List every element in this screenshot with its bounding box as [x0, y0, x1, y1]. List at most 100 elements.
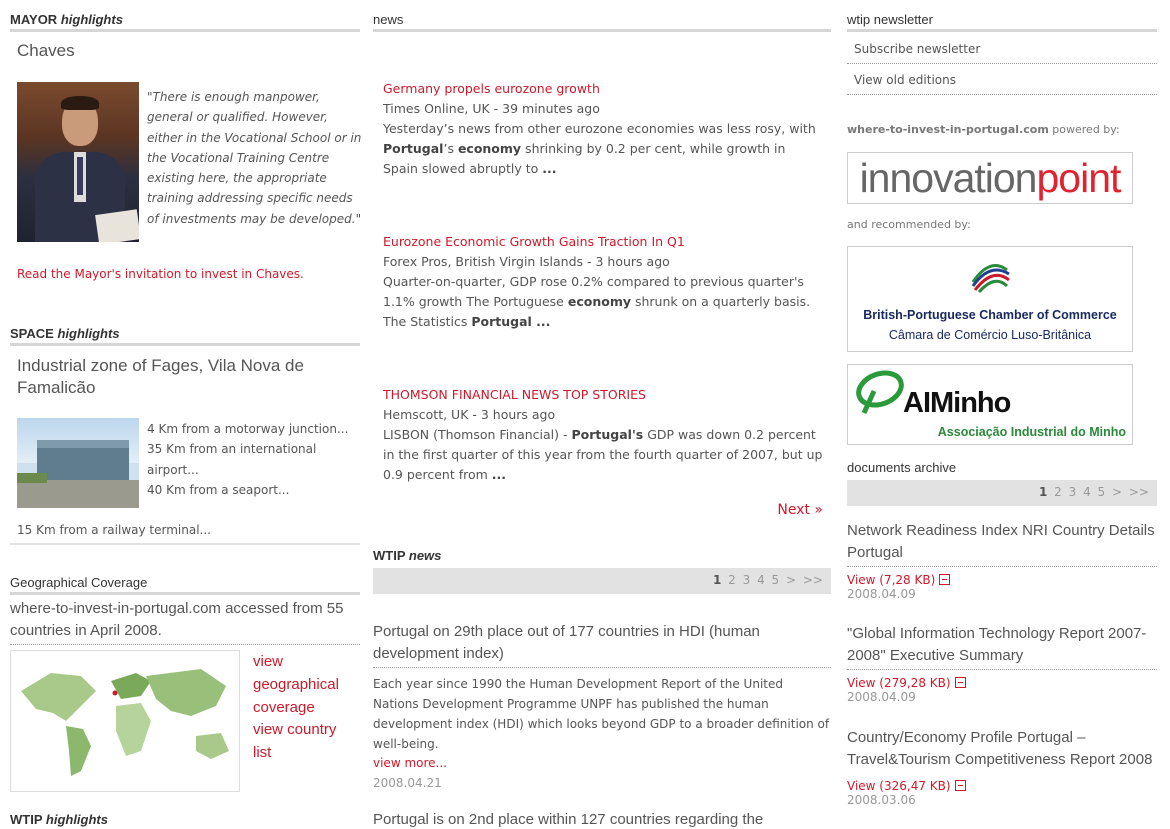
space-title-a: SPACE — [10, 326, 54, 341]
wtip-news-title-a: WTIP — [373, 548, 406, 563]
document-item: Country/Economy Profile Portugal – Trave… — [847, 727, 1157, 807]
news-item-snippet: LISBON (Thomson Financial) - Portugal's … — [383, 427, 823, 482]
logo-innovation-text: innovation — [859, 155, 1038, 201]
globe-icon — [970, 256, 1010, 296]
bpcc-name: British-Portuguese Chamber of Commerce — [863, 308, 1117, 322]
document-title[interactable]: Network Readiness Index NRI Country Deta… — [847, 520, 1157, 567]
powered-site: where-to-invest-in-portugal.com — [847, 123, 1049, 136]
aiminho-subtitle: Associação Industrial do Minho — [937, 425, 1126, 439]
document-date: 2008.04.09 — [847, 690, 916, 704]
mayor-title-a: MAYOR — [10, 12, 58, 27]
space-zone: Industrial zone of Fages, Vila Nova de F… — [17, 356, 304, 397]
wtip-news-pager: 1 2 3 4 5 > >> — [373, 568, 831, 594]
news-item-title[interactable]: Eurozone Economic Growth Gains Traction … — [383, 234, 685, 249]
space-section-title: SPACE highlights — [10, 326, 360, 346]
wtip-news-item-date: 2008.04.21 — [373, 776, 442, 790]
pager-next[interactable]: > — [786, 573, 796, 587]
wtip-highlights-title-b: highlights — [45, 812, 108, 827]
external-link-icon[interactable] — [939, 574, 951, 585]
pager-page[interactable]: 2 — [1054, 485, 1062, 499]
news-item-source: Times Online, UK - 39 minutes ago — [383, 101, 600, 116]
industrial-photo — [17, 418, 139, 508]
document-title[interactable]: "Global Information Technology Report 20… — [847, 623, 1157, 670]
mayor-invitation-link[interactable]: Read the Mayor's invitation to invest in… — [17, 264, 317, 284]
wtip-highlights-title: WTIP highlights — [10, 812, 360, 829]
subscribe-newsletter-link[interactable]: Subscribe newsletter — [847, 39, 1157, 64]
external-link-icon[interactable] — [954, 677, 966, 688]
documents-section-title: documents archive — [847, 460, 957, 475]
world-map-icon — [21, 669, 229, 776]
space-facts: 4 Km from a motorway junction... 35 Km fr… — [147, 419, 357, 500]
pager-page[interactable]: 5 — [772, 573, 780, 587]
newsletter-section-title: wtip newsletter — [847, 12, 1157, 32]
news-item: Eurozone Economic Growth Gains Traction … — [383, 232, 823, 332]
space-fact: 4 Km from a motorway junction... — [147, 422, 349, 436]
view-geographical-coverage-link[interactable]: view geographical coverage — [253, 650, 358, 719]
news-item-source: Hemscott, UK - 3 hours ago — [383, 407, 556, 422]
view-country-list-link[interactable]: view country list — [253, 718, 358, 764]
divider — [10, 543, 360, 545]
bpcc-logo[interactable]: British-Portuguese Chamber of Commerce C… — [847, 246, 1133, 352]
space-title-b: highlights — [57, 326, 120, 341]
view-more-link[interactable]: view more... — [373, 756, 447, 770]
pager-current[interactable]: 1 — [713, 573, 721, 587]
news-item-title[interactable]: THOMSON FINANCIAL NEWS TOP STORIES — [383, 387, 646, 402]
pager-page[interactable]: 4 — [1083, 485, 1091, 499]
mayor-title-b: highlights — [60, 12, 123, 27]
recommended-text: and recommended by: — [847, 218, 971, 231]
documents-pager: 1 2 3 4 5 > >> — [847, 480, 1157, 506]
document-view-label[interactable]: View (7,28 KB) — [847, 573, 935, 587]
news-next-link[interactable]: Next » — [777, 502, 823, 518]
pager-page[interactable]: 3 — [743, 573, 751, 587]
powered-by-text: where-to-invest-in-portugal.com powered … — [847, 123, 1120, 136]
news-item-title[interactable]: Germany propels eurozone growth — [383, 81, 600, 96]
document-view-label[interactable]: View (279,28 KB) — [847, 676, 951, 690]
wtip-highlights-title-a: WTIP — [10, 812, 43, 827]
space-fact-last: 15 Km from a railway terminal... — [17, 523, 211, 537]
pager-page[interactable]: 2 — [728, 573, 736, 587]
space-fact: 35 Km from an international airport... — [147, 442, 317, 477]
pager-current[interactable]: 1 — [1039, 485, 1047, 499]
geo-section-title: Geographical Coverage — [10, 575, 360, 595]
pager-last[interactable]: >> — [803, 573, 823, 587]
mayor-quote: "There is enough manpower, general or qu… — [17, 87, 363, 249]
aiminho-logo[interactable]: AIMinho Associação Industrial do Minho — [847, 364, 1133, 445]
aiminho-name: AIMinho — [903, 387, 1011, 419]
bpcc-name-pt: Câmara de Comércio Luso-Britânica — [888, 328, 1092, 342]
world-map[interactable] — [10, 650, 240, 792]
mayor-section-title: MAYOR highlights — [10, 12, 360, 32]
news-item: THOMSON FINANCIAL NEWS TOP STORIES Hemsc… — [383, 385, 823, 485]
document-view[interactable]: View (279,28 KB) — [847, 676, 1157, 690]
wtip-news-title-b: news — [408, 548, 442, 563]
document-view-label[interactable]: View (326,47 KB) — [847, 779, 951, 793]
mayor-city: Chaves — [17, 41, 75, 60]
document-title[interactable]: Country/Economy Profile Portugal – Trave… — [847, 727, 1157, 773]
news-item-snippet: Yesterday’s news from other eurozone eco… — [383, 121, 816, 176]
logo-point-text: point — [1036, 155, 1122, 201]
pager-page[interactable]: 4 — [757, 573, 765, 587]
news-section-title: news — [373, 12, 831, 32]
pager-page[interactable]: 3 — [1069, 485, 1077, 499]
mayor-quote-text: "There is enough manpower, general or qu… — [147, 90, 362, 226]
document-view[interactable]: View (326,47 KB) — [847, 779, 1157, 793]
wtip-news-item-title[interactable]: Portugal is on 2nd place within 127 coun… — [373, 809, 831, 829]
photo-spacer — [17, 87, 147, 249]
aiminho-emblem-icon — [856, 370, 904, 415]
document-view[interactable]: View (7,28 KB) — [847, 573, 1157, 587]
innovation-point-logo[interactable]: innovationpoint — [847, 152, 1133, 204]
wtip-news-item-title[interactable]: Portugal on 29th place out of 177 countr… — [373, 621, 831, 668]
pager-last[interactable]: >> — [1129, 485, 1149, 499]
external-link-icon[interactable] — [954, 780, 966, 791]
wtip-news-section: WTIP news 1 2 3 4 5 > >> — [373, 548, 831, 594]
document-item: "Global Information Technology Report 20… — [847, 623, 1157, 704]
wtip-news-item-body: Each year since 1990 the Human Developme… — [373, 677, 830, 751]
pager-page[interactable]: 5 — [1098, 485, 1106, 499]
document-date: 2008.04.09 — [847, 587, 916, 601]
document-date: 2008.03.06 — [847, 793, 916, 807]
pager-next[interactable]: > — [1112, 485, 1122, 499]
geo-text: where-to-invest-in-portugal.com accessed… — [10, 598, 360, 645]
news-item-source: Forex Pros, British Virgin Islands - 3 h… — [383, 254, 670, 269]
view-old-editions-link[interactable]: View old editions — [847, 70, 1157, 95]
space-fact: 40 Km from a seaport... — [147, 482, 290, 497]
powered-by-label: powered by: — [1052, 123, 1120, 136]
